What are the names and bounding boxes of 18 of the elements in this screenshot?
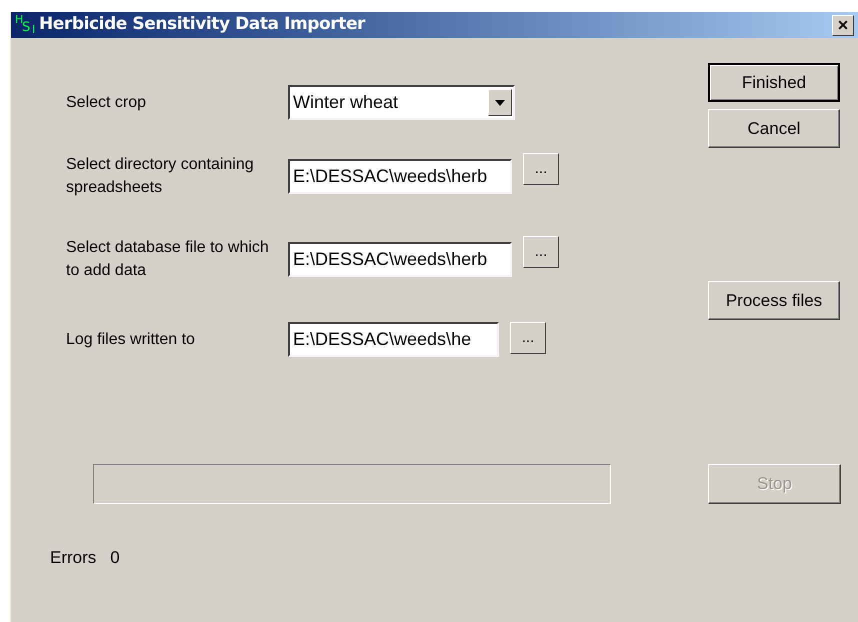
field-label: Select database file to which to add data (66, 238, 270, 281)
browse-button[interactable]: ... (510, 322, 546, 354)
close-button[interactable]: × (832, 14, 854, 36)
browse-button[interactable]: ... (523, 236, 559, 268)
errors-count: 0 (110, 547, 120, 569)
crop-dropdown[interactable]: Winter wheat (288, 85, 515, 120)
dialog-button[interactable]: Cancel (708, 109, 840, 148)
field-label: Select directory containing spreadsheets (66, 155, 255, 198)
browse-button[interactable]: ... (523, 153, 559, 185)
path-field[interactable]: E:\DESSAC\weeds\herb (288, 158, 512, 194)
path-field[interactable]: E:\DESSAC\weeds\he (288, 322, 499, 357)
dialog-button[interactable]: Finished (708, 63, 840, 102)
dialog-button[interactable]: Process files (708, 281, 840, 320)
field-label: Select crop (66, 93, 148, 113)
field-label: Log files written to (66, 330, 196, 350)
errors-label: Errors (50, 547, 96, 569)
path-field[interactable]: E:\DESSAC\weeds\herb (288, 242, 512, 276)
window-title: Herbicide Sensitivity Data Importer (39, 13, 366, 36)
